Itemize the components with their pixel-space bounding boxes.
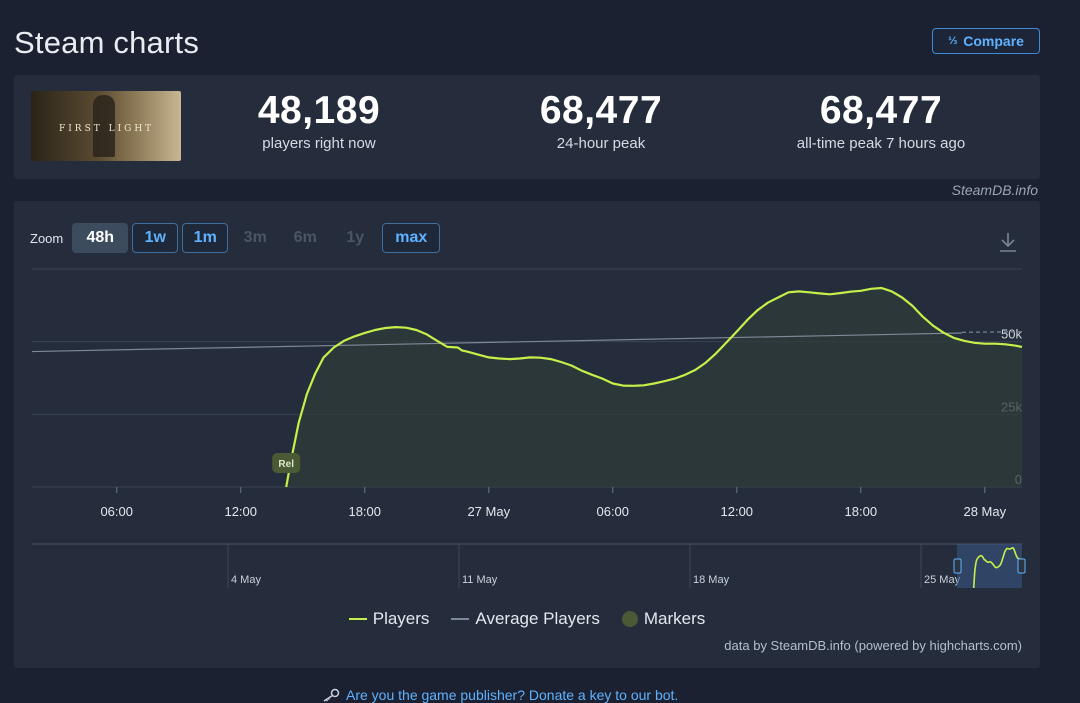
legend-markers[interactable]: Markers: [621, 609, 706, 629]
stat-24h-peak: 68,477 24-hour peak: [481, 89, 721, 152]
game-thumbnail-logo-text: FIRST LIGHT: [59, 124, 155, 134]
navigator-tick-label: 11 May: [462, 574, 498, 586]
x-tick-label: 12:00: [721, 504, 754, 519]
legend-players-swatch: [348, 618, 367, 620]
chart-panel: 025k50k06:0012:0018:0027 May06:0012:0018…: [14, 201, 1040, 668]
navigator-tick-label: 4 May: [231, 574, 261, 586]
legend-markers-swatch: [621, 611, 638, 627]
key-icon: [323, 688, 340, 702]
x-tick-label: 27 May: [467, 504, 510, 519]
steamdb-credit[interactable]: SteamDB.info: [952, 182, 1038, 198]
zoom-button-3m: 3m: [243, 229, 267, 246]
publisher-link[interactable]: Are you the game publisher? Donate a key…: [322, 687, 678, 703]
zoom-button-1y: 1y: [346, 229, 365, 246]
release-marker-label: Rel: [278, 459, 294, 470]
x-tick-label: 06:00: [100, 504, 133, 519]
data-credit[interactable]: data by SteamDB.info (powered by highcha…: [724, 638, 1022, 653]
legend-average-swatch: [451, 618, 470, 620]
stats-panel: FIRST LIGHT 48,189 players right now 68,…: [14, 75, 1040, 179]
stat-players-now-label: players right now: [262, 135, 376, 152]
players-area: [286, 288, 1022, 487]
x-tick-label: 12:00: [224, 504, 257, 519]
ordered-list-icon: ⅓: [948, 35, 958, 47]
legend-average-players[interactable]: Average Players: [451, 609, 600, 629]
navigator-tick-label: 25 May: [924, 574, 961, 586]
zoom-label: Zoom: [30, 230, 64, 246]
zoom-button-1m[interactable]: 1m: [182, 223, 229, 253]
page-title: Steam charts: [14, 25, 200, 60]
stat-all-time-peak-value: 68,477: [819, 89, 943, 132]
compare-button[interactable]: ⅓ Compare: [932, 28, 1040, 54]
stat-all-time-peak: 68,477 all-time peak 7 hours ago: [761, 89, 1001, 152]
stat-24h-peak-value: 68,477: [539, 89, 663, 132]
stat-players-now-value: 48,189: [257, 89, 381, 132]
zoom-button-48h[interactable]: 48h: [72, 223, 129, 253]
x-tick-label: 18:00: [348, 504, 381, 519]
legend-markers-label: Markers: [643, 609, 706, 628]
page-header: Steam charts ⅓ Compare: [14, 22, 1040, 62]
navigator-handle-right[interactable]: [1017, 558, 1026, 574]
average-players-line-dashed: [961, 331, 1023, 333]
x-tick-label: 18:00: [845, 504, 878, 519]
legend-average-label: Average Players: [475, 609, 600, 628]
stat-24h-peak-label: 24-hour peak: [556, 135, 646, 152]
x-tick-label: 06:00: [596, 504, 629, 519]
zoom-controls: Zoom 48h 1w 1m 3m 6m 1y max: [30, 223, 441, 253]
game-thumbnail[interactable]: FIRST LIGHT: [31, 91, 181, 161]
navigator-tick-label: 18 May: [693, 574, 730, 586]
player-chart[interactable]: 025k50k06:0012:0018:0027 May06:0012:0018…: [14, 201, 1040, 668]
zoom-button-1w[interactable]: 1w: [132, 223, 179, 253]
stat-players-now: 48,189 players right now: [199, 89, 439, 152]
chart-legend: Players Average Players Markers: [14, 609, 1040, 629]
stat-all-time-peak-label: all-time peak 7 hours ago: [796, 135, 966, 152]
navigator-selection[interactable]: [957, 544, 1022, 588]
x-tick-label: 28 May: [963, 504, 1006, 519]
navigator-handle-left[interactable]: [953, 558, 962, 574]
download-icon[interactable]: [998, 231, 1018, 253]
zoom-button-max[interactable]: max: [382, 223, 441, 253]
legend-players-label: Players: [372, 609, 430, 628]
legend-players[interactable]: Players: [348, 609, 430, 629]
y-tick-label: 50k: [1001, 327, 1022, 342]
zoom-button-6m: 6m: [293, 229, 317, 246]
publisher-link-text: Are you the game publisher? Donate a key…: [346, 687, 679, 703]
compare-button-label: Compare: [963, 33, 1024, 49]
